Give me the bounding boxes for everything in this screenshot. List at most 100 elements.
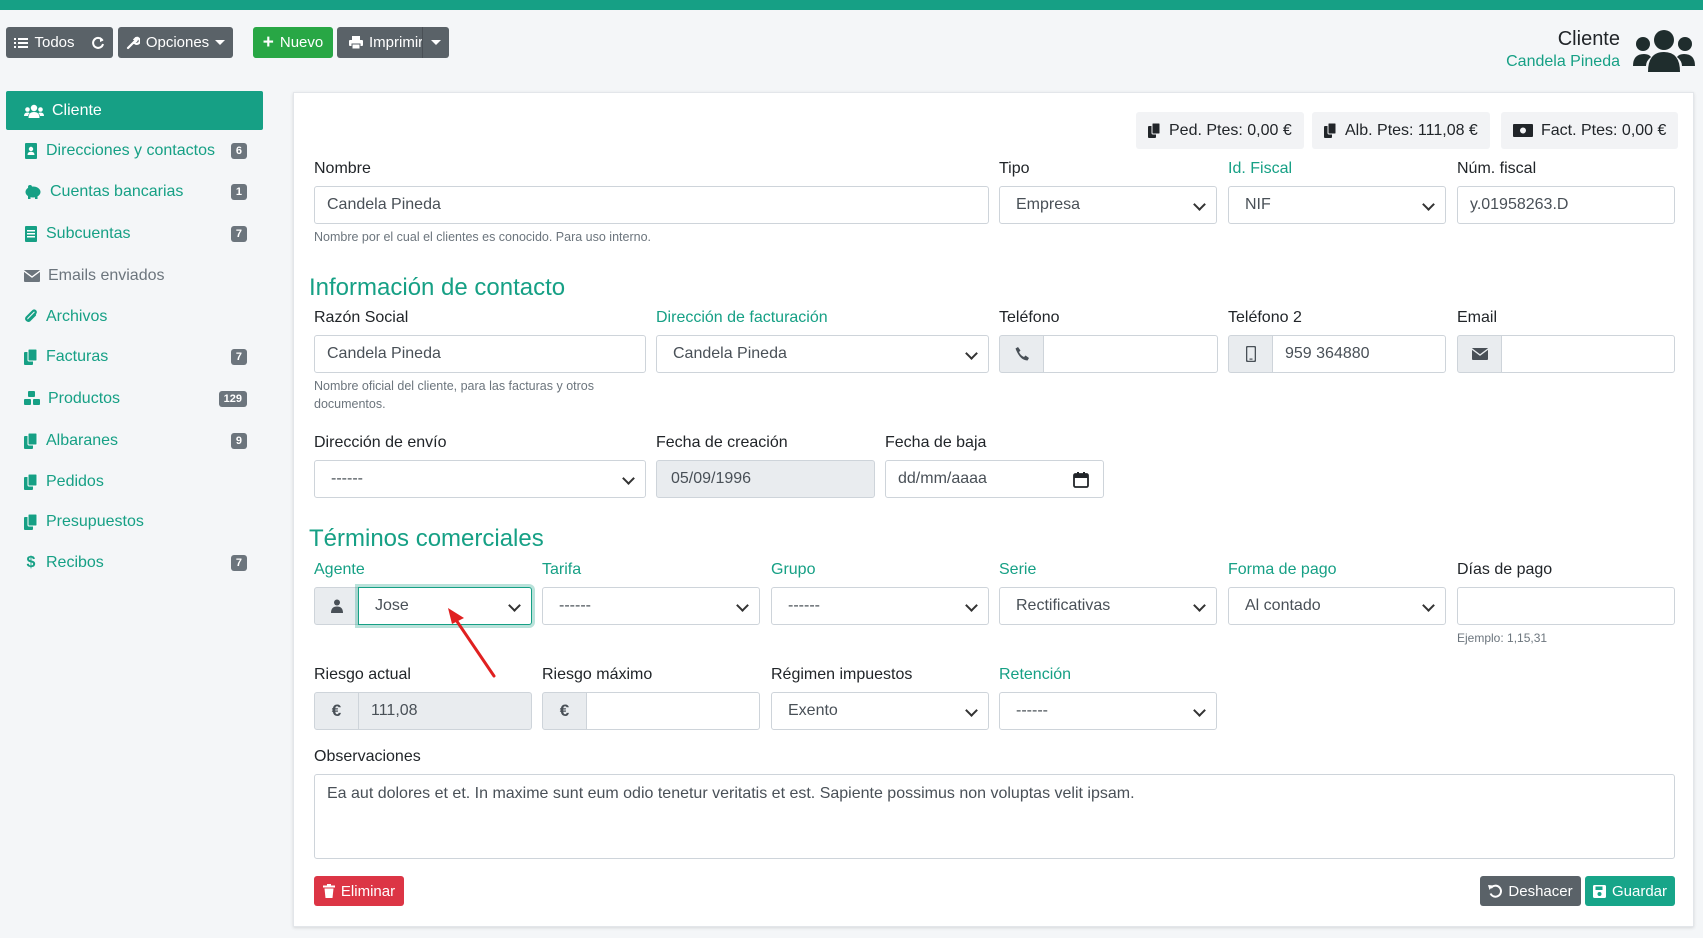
sidebar-item-emails[interactable]: Emails enviados	[6, 256, 263, 295]
sidebar-item-albaranes[interactable]: Albaranes 9	[6, 421, 263, 460]
regimen-value: Exento	[788, 702, 838, 719]
sidebar-item-label: Presupuestos	[46, 512, 144, 530]
agente-value: Jose	[375, 597, 409, 614]
fechacrea-input[interactable]: 05/09/1996	[656, 460, 875, 498]
idfiscal-label[interactable]: Id. Fiscal	[1228, 160, 1292, 178]
grupo-select[interactable]: ------	[771, 587, 989, 625]
sidebar-item-presupuestos[interactable]: Presupuestos	[6, 502, 263, 541]
sidebar-item-recibos[interactable]: $ Recibos 7	[6, 543, 263, 582]
telefono-label: Teléfono	[999, 309, 1060, 326]
regimen-label: Régimen impuestos	[771, 666, 913, 683]
save-icon	[1592, 884, 1606, 898]
pending-invoices-badge: Fact. Ptes: 0,00 €	[1501, 112, 1679, 149]
options-button[interactable]: Opciones	[118, 27, 233, 58]
observaciones-textarea[interactable]: Ea aut dolores et et. In maxime sunt eum…	[314, 774, 1675, 859]
serie-select[interactable]: Rectificativas	[999, 587, 1217, 625]
refresh-icon[interactable]	[91, 36, 105, 50]
idfiscal-select[interactable]: NIF	[1228, 186, 1446, 224]
sidebar-item-cuentas[interactable]: Cuentas bancarias 1	[6, 172, 263, 211]
razon-help-line: documentos.	[314, 397, 386, 411]
direnvio-label: Dirección de envío	[314, 434, 447, 451]
telefono-input[interactable]	[1043, 335, 1218, 373]
count-badge: 6	[230, 142, 247, 159]
telefono2-input[interactable]: 959 364880	[1272, 335, 1446, 373]
diaspago-help: Ejemplo: 1,15,31	[1457, 631, 1548, 645]
nombre-help: Nombre por el cual el clientes es conoci…	[314, 230, 651, 244]
tipo-value: Empresa	[1016, 196, 1081, 213]
nombre-input[interactable]: Candela Pineda	[314, 186, 989, 224]
save-button[interactable]: Guardar	[1585, 876, 1675, 906]
undo-button[interactable]: Deshacer	[1480, 876, 1581, 906]
sidebar-item-facturas[interactable]: Facturas 7	[6, 337, 263, 376]
grupo-label[interactable]: Grupo	[771, 561, 815, 579]
sidebar-item-direcciones[interactable]: Direcciones y contactos 6	[6, 131, 263, 170]
grupo-value: ------	[788, 597, 820, 614]
print-button-label: Imprimir	[369, 34, 424, 51]
chevron-down-icon	[215, 40, 226, 45]
copy-icon	[1324, 123, 1337, 138]
numfiscal-input[interactable]: y.01958263.D	[1457, 186, 1675, 224]
dirfact-select[interactable]: Candela Pineda	[656, 335, 989, 373]
count-badge: 9	[230, 432, 247, 449]
pending-delivery-badge: Alb. Ptes: 111,08 €	[1312, 112, 1490, 149]
sidebar-item-subcuentas[interactable]: Subcuentas 7	[6, 214, 263, 253]
count-badge: 7	[230, 554, 247, 571]
envelope-icon	[1457, 335, 1502, 373]
tarifa-value: ------	[559, 597, 591, 614]
tarifa-label[interactable]: Tarifa	[542, 561, 581, 579]
formapago-label[interactable]: Forma de pago	[1228, 561, 1337, 579]
riesgomax-input[interactable]	[586, 692, 760, 730]
copy-icon	[24, 432, 38, 449]
sidebar-item-label: Direcciones y contactos	[46, 141, 215, 159]
regimen-select[interactable]: Exento	[771, 692, 989, 730]
printer-icon	[349, 36, 363, 49]
sidebar-item-archivos[interactable]: Archivos	[6, 297, 263, 336]
razon-help-line: Nombre oficial del cliente, para las fac…	[314, 379, 594, 393]
fechabaja-input[interactable]: dd/mm/aaaa	[885, 460, 1104, 498]
sidebar-item-label: Recibos	[46, 553, 104, 571]
retencion-label[interactable]: Retención	[999, 666, 1071, 684]
pending-delivery-text: Alb. Ptes: 111,08 €	[1345, 121, 1478, 139]
dirfact-value: Candela Pineda	[673, 345, 787, 362]
user-tie-icon	[314, 587, 359, 625]
formapago-value: Al contado	[1245, 597, 1321, 614]
sidebar-item-cliente[interactable]: Cliente	[6, 91, 263, 130]
riesgo-label: Riesgo actual	[314, 666, 411, 683]
users-icon	[1633, 30, 1695, 72]
tipo-select[interactable]: Empresa	[999, 186, 1217, 224]
sidebar-item-label: Emails enviados	[48, 266, 165, 284]
observaciones-label: Observaciones	[314, 748, 421, 765]
serie-label[interactable]: Serie	[999, 561, 1036, 579]
top-accent-bar	[0, 0, 1703, 10]
direnvio-select[interactable]: ------	[314, 460, 646, 498]
retencion-select[interactable]: ------	[999, 692, 1217, 730]
terms-section-heading: Términos comerciales	[309, 525, 544, 552]
undo-button-label: Deshacer	[1508, 882, 1573, 900]
agente-label[interactable]: Agente	[314, 561, 365, 579]
sidebar-item-pedidos[interactable]: Pedidos	[6, 462, 263, 501]
email-input[interactable]	[1501, 335, 1675, 373]
delete-button[interactable]: Eliminar	[314, 876, 404, 906]
riesgomax-label: Riesgo máximo	[542, 666, 653, 683]
print-dropdown-toggle[interactable]	[422, 27, 449, 58]
page-title: Cliente	[1557, 28, 1620, 50]
all-button[interactable]: Todos	[6, 27, 113, 58]
sidebar-item-productos[interactable]: Productos 129	[6, 379, 263, 418]
count-badge: 7	[230, 348, 247, 365]
formapago-select[interactable]: Al contado	[1228, 587, 1446, 625]
copy-icon	[1148, 123, 1161, 138]
calendar-icon[interactable]	[1073, 472, 1089, 488]
pending-orders-badge: Ped. Ptes: 0,00 €	[1136, 112, 1304, 149]
paperclip-icon	[25, 308, 37, 322]
wrench-icon	[126, 35, 140, 49]
razon-input[interactable]: Candela Pineda	[314, 335, 646, 373]
dirfact-label[interactable]: Dirección de facturación	[656, 309, 828, 327]
new-button[interactable]: + Nuevo	[253, 27, 333, 58]
tarifa-select[interactable]: ------	[542, 587, 760, 625]
pending-orders-text: Ped. Ptes: 0,00 €	[1169, 121, 1292, 139]
euro-icon: €	[542, 692, 587, 730]
riesgo-input[interactable]: 111,08	[358, 692, 532, 730]
diaspago-input[interactable]	[1457, 587, 1675, 625]
options-button-label: Opciones	[145, 34, 210, 51]
trash-icon	[322, 884, 335, 898]
